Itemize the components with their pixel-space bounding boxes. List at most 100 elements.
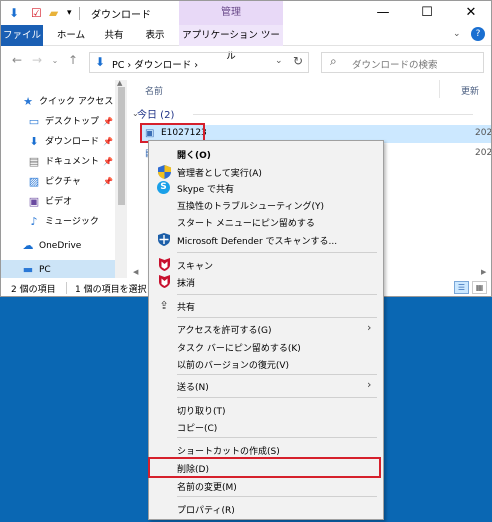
pin-icon: 📌 (103, 137, 113, 146)
download-folder-icon: ⬇ (9, 6, 20, 20)
cloud-icon: ☁ (22, 239, 34, 252)
pc-icon: ▬ (22, 263, 34, 276)
address-field[interactable]: ⬇ PC › ダウンロード › ⌄ ↻ (89, 52, 309, 73)
navigation-pane: ★ クイック アクセス ▭ デスクトップ 📌 ⬇ ダウンロード 📌 ▤ ドキュメ… (1, 78, 127, 280)
menu-separator (177, 252, 377, 253)
menu-label: 開く(O) (177, 151, 211, 161)
quick-access-dropdown-icon[interactable]: ▾ (67, 5, 72, 21)
chevron-right-icon: › (367, 378, 372, 391)
close-button[interactable]: ✕ (449, 1, 491, 25)
scroll-left-icon[interactable]: ◀ (133, 268, 138, 276)
pictures-icon: ▨ (28, 175, 40, 188)
menu-item-defender-scan[interactable]: Microsoft Defender でスキャンする... (149, 230, 383, 250)
nav-documents[interactable]: ▤ ドキュメント 📌 (1, 152, 127, 172)
share-icon: ⇪ (159, 299, 169, 312)
nav-label: ドキュメント (45, 157, 100, 167)
column-header-name[interactable]: 名前 (145, 84, 163, 97)
tab-share[interactable]: 共有 (97, 25, 131, 46)
pin-icon: 📌 (103, 177, 113, 186)
music-icon: ♪ (30, 215, 38, 228)
download-icon: ⬇ (95, 55, 106, 69)
column-divider[interactable] (439, 80, 440, 98)
tab-application-tools[interactable]: アプリケーション ツール (179, 25, 283, 62)
menu-label: タスク バーにピン留めする(K) (177, 344, 301, 354)
maximize-button[interactable]: ☐ (405, 1, 449, 25)
nav-music[interactable]: ♪ ミュージック (1, 212, 127, 232)
address-bar-row: ← → ⌄ ↑ ⬇ PC › ダウンロード › ⌄ ↻ ⌕ ダウンロードの検索 (1, 46, 491, 78)
nav-label: クイック アクセス (39, 97, 114, 107)
group-header-today[interactable]: 今日 (2) (137, 106, 174, 121)
search-input[interactable]: ⌕ ダウンロードの検索 (321, 52, 484, 73)
menu-item-mcafee-shred[interactable]: 抹消 (149, 272, 383, 292)
up-arrow-icon[interactable]: ↑ (65, 53, 81, 67)
menu-label: 共有 (177, 303, 196, 313)
details-view-icon[interactable]: ☰ (454, 281, 469, 294)
uac-shield-icon (157, 165, 171, 179)
address-dropdown-icon[interactable]: ⌄ (275, 56, 283, 66)
menu-label: コピー(C) (177, 424, 218, 434)
nav-quick-access[interactable]: ★ クイック アクセス (1, 92, 127, 112)
status-divider (66, 282, 67, 294)
nav-pc[interactable]: ▬ PC (1, 260, 127, 280)
scroll-up-icon[interactable]: ▲ (117, 79, 122, 87)
nav-scroll-thumb[interactable] (118, 87, 125, 205)
menu-item-pin-to-start[interactable]: スタート メニューにピン留めする (149, 212, 383, 232)
status-item-count: 2 個の項目 (11, 285, 56, 295)
tab-home[interactable]: ホーム (49, 25, 93, 46)
help-icon[interactable]: ? (471, 27, 485, 41)
menu-item-copy[interactable]: コピー(C) (149, 417, 383, 437)
tab-view[interactable]: 表示 (135, 25, 175, 46)
nav-pictures[interactable]: ▨ ピクチャ 📌 (1, 172, 127, 192)
nav-label: デスクトップ (45, 117, 100, 127)
properties-check-icon[interactable]: ☑ (31, 5, 42, 21)
nav-desktop[interactable]: ▭ デスクトップ 📌 (1, 112, 127, 132)
nav-videos[interactable]: ▣ ビデオ (1, 192, 127, 212)
menu-item-restore-previous-versions[interactable]: 以前のバージョンの復元(V) (149, 354, 383, 374)
menu-label: Skype で共有 (177, 185, 235, 195)
menu-item-send-to[interactable]: 送る(N) › (149, 376, 383, 396)
menu-separator (177, 437, 377, 438)
menu-item-open[interactable]: 開く(O) (149, 144, 383, 164)
refresh-icon[interactable]: ↻ (293, 54, 303, 68)
nav-onedrive[interactable]: ☁ OneDrive (1, 236, 127, 256)
nav-downloads[interactable]: ⬇ ダウンロード 📌 (1, 132, 127, 152)
column-header-updated[interactable]: 更新 (461, 84, 479, 97)
mcafee-shield-icon (157, 275, 171, 289)
scroll-right-icon[interactable]: ▶ (481, 268, 486, 276)
document-icon: ▤ (28, 155, 40, 168)
back-arrow-icon[interactable]: ← (9, 53, 25, 67)
menu-item-rename[interactable]: 名前の変更(M) (149, 476, 383, 496)
file-date: 202 (475, 148, 492, 158)
forward-arrow-icon[interactable]: → (29, 53, 45, 67)
menu-item-share[interactable]: ⇪ 共有 (149, 296, 383, 316)
titlebar: ⬇ ☑ ▰ ▾ ダウンロード 管理 — ☐ ✕ (1, 1, 491, 25)
titlebar-divider (79, 7, 80, 20)
menu-item-properties[interactable]: プロパティ(R) (149, 499, 383, 519)
menu-separator (177, 374, 377, 375)
menu-label: プロパティ(R) (177, 506, 235, 516)
menu-label: Microsoft Defender でスキャンする... (177, 237, 338, 247)
menu-separator (177, 317, 377, 318)
new-folder-icon[interactable]: ▰ (49, 5, 58, 21)
large-icons-view-icon[interactable]: ▦ (472, 281, 487, 294)
nav-label: OneDrive (39, 241, 82, 251)
nav-label: ミュージック (45, 217, 99, 227)
minimize-button[interactable]: — (361, 1, 405, 25)
status-selected: 1 個の項目を選択 (75, 285, 147, 295)
tab-file[interactable]: ファイル (1, 25, 43, 46)
ribbon-tabs: ファイル ホーム 共有 表示 アプリケーション ツール ⌄ ? (1, 25, 491, 62)
menu-separator (177, 496, 377, 497)
chevron-right-icon: › (367, 321, 372, 334)
menu-label: 互換性のトラブルシューティング(Y) (177, 202, 324, 212)
menu-label: 送る(N) (177, 383, 209, 393)
tab-manage[interactable]: 管理 (179, 1, 283, 25)
menu-label: 名前の変更(M) (177, 483, 237, 493)
star-icon: ★ (23, 95, 33, 108)
menu-label: 切り取り(T) (177, 407, 226, 417)
menu-label: スタート メニューにピン留めする (177, 219, 315, 229)
recent-locations-icon[interactable]: ⌄ (47, 56, 63, 65)
group-divider (193, 114, 473, 115)
menu-item-give-access[interactable]: アクセスを許可する(G) › (149, 319, 383, 339)
ribbon-expand-icon[interactable]: ⌄ (453, 29, 461, 39)
defender-icon (157, 233, 171, 247)
